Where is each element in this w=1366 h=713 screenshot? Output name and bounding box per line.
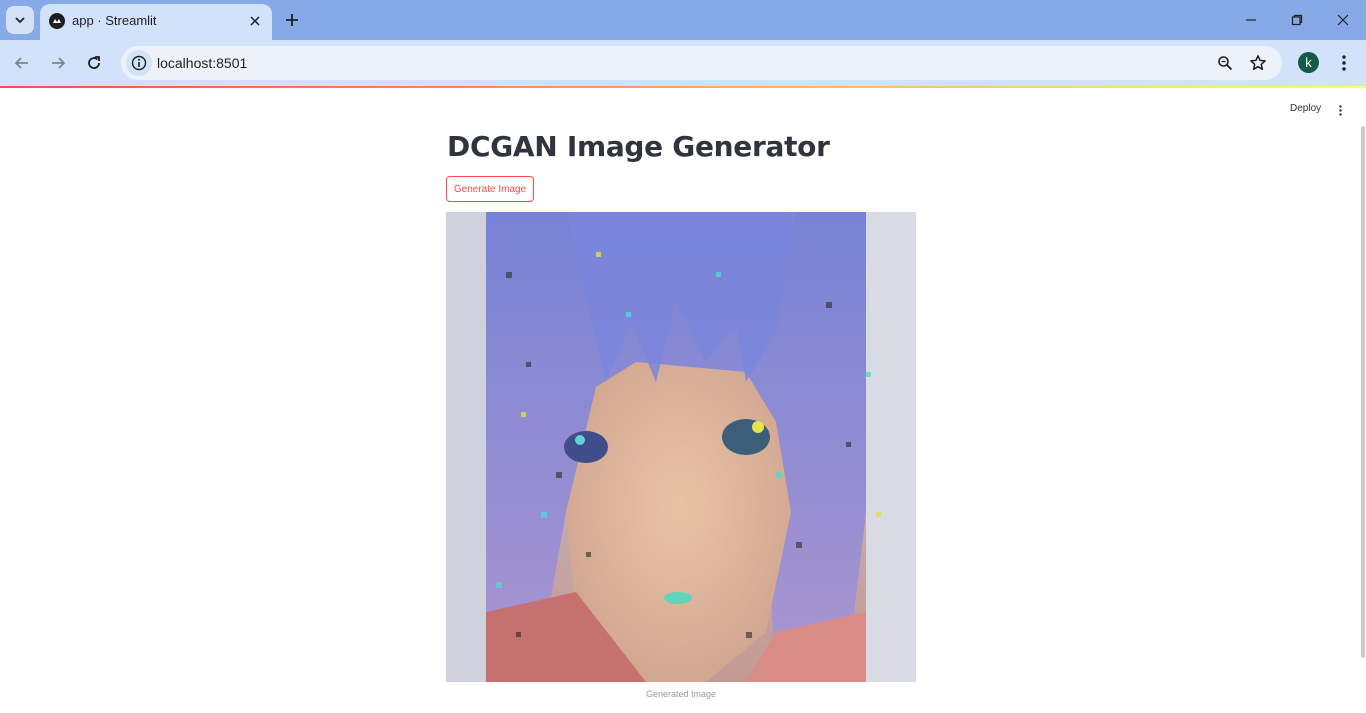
url-text[interactable]: localhost:8501: [157, 55, 247, 71]
deploy-button[interactable]: Deploy: [1290, 103, 1321, 114]
page-title: DCGAN Image Generator: [447, 130, 830, 163]
image-caption: Generated Image: [645, 689, 717, 699]
tab-search-button[interactable]: [6, 6, 34, 34]
new-tab-icon[interactable]: [281, 9, 303, 31]
generated-image: [446, 212, 916, 682]
page-scrollbar[interactable]: [1361, 126, 1365, 658]
browser-toolbar: localhost:8501 k: [0, 40, 1366, 86]
restore-icon[interactable]: [1285, 8, 1309, 32]
browser-tab-bar: app · Streamlit: [0, 0, 1366, 40]
site-info-icon[interactable]: [126, 50, 152, 76]
browser-menu-icon[interactable]: [1334, 51, 1354, 75]
close-tab-icon[interactable]: [246, 12, 264, 30]
address-bar[interactable]: localhost:8501: [121, 46, 1282, 80]
close-window-icon[interactable]: [1331, 8, 1355, 32]
streamlit-favicon-icon: [49, 13, 65, 29]
bookmark-star-icon[interactable]: [1247, 52, 1269, 74]
zoom-icon[interactable]: [1214, 52, 1236, 74]
app-menu-icon[interactable]: [1334, 102, 1346, 118]
reload-icon[interactable]: [82, 51, 106, 75]
minimize-icon[interactable]: [1239, 8, 1263, 32]
tab-title: app · Streamlit: [72, 13, 157, 28]
profile-avatar[interactable]: k: [1298, 52, 1319, 73]
forward-arrow-icon[interactable]: [46, 51, 70, 75]
streamlit-app: Deploy DCGAN Image Generator Generate Im…: [0, 88, 1366, 713]
chevron-down-icon: [14, 14, 26, 26]
generate-image-button[interactable]: Generate Image: [446, 176, 534, 202]
browser-tab[interactable]: app · Streamlit: [40, 4, 272, 40]
back-arrow-icon[interactable]: [10, 51, 34, 75]
